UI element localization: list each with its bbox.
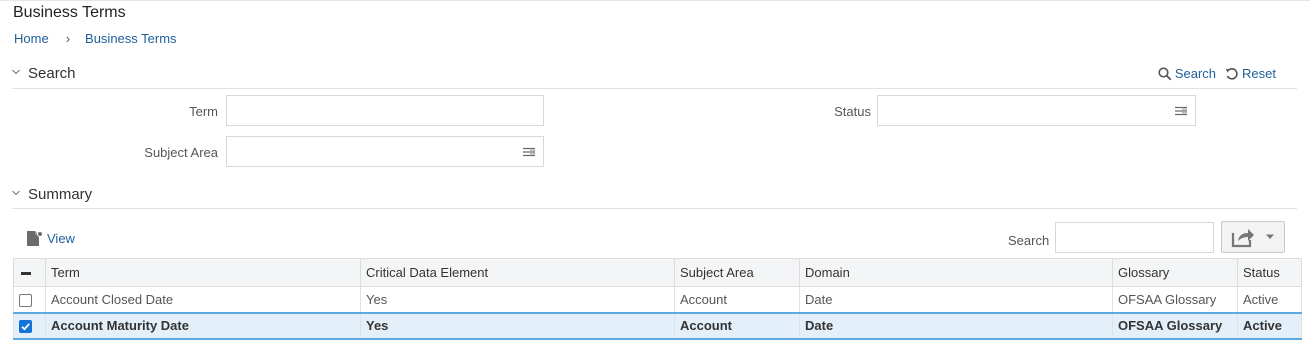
chevron-down-icon bbox=[12, 190, 20, 195]
top-divider bbox=[0, 0, 1310, 1]
term-label: Term bbox=[189, 104, 218, 119]
reset-icon bbox=[1225, 67, 1238, 80]
search-button[interactable]: Search bbox=[1158, 66, 1216, 81]
cell-subject-area: Account bbox=[674, 311, 800, 340]
view-button-label: View bbox=[47, 231, 75, 246]
summary-section-divider bbox=[12, 208, 1297, 209]
list-icon bbox=[1175, 106, 1187, 116]
breadcrumb: Home › Business Terms bbox=[14, 31, 177, 46]
column-header-subject-area[interactable]: Subject Area bbox=[674, 258, 800, 287]
cell-term: Account Maturity Date bbox=[45, 311, 361, 340]
caret-down-icon bbox=[1266, 234, 1274, 239]
export-menu-button[interactable] bbox=[1221, 221, 1285, 253]
row-checkbox[interactable] bbox=[19, 320, 32, 334]
reset-button[interactable]: Reset bbox=[1225, 66, 1276, 81]
reset-button-label: Reset bbox=[1242, 66, 1276, 81]
cell-critical-data-element: Yes bbox=[360, 311, 675, 340]
status-label: Status bbox=[834, 104, 871, 119]
cell-status: Active bbox=[1237, 311, 1302, 340]
search-icon bbox=[1158, 66, 1172, 80]
table-row[interactable]: Account Closed Date Yes Account Date OFS… bbox=[13, 286, 1302, 313]
status-select[interactable] bbox=[877, 95, 1196, 126]
subject-area-label: Subject Area bbox=[144, 145, 218, 160]
table-row[interactable]: Account Maturity Date Yes Account Date O… bbox=[13, 311, 1302, 340]
chevron-down-icon bbox=[12, 69, 20, 74]
search-actions: Search Reset bbox=[1158, 66, 1276, 81]
minus-icon bbox=[21, 272, 31, 276]
view-document-icon bbox=[27, 231, 43, 246]
business-terms-table: Term Critical Data Element Subject Area … bbox=[13, 258, 1302, 340]
list-icon bbox=[523, 147, 535, 157]
table-search-input[interactable] bbox=[1055, 222, 1214, 253]
cell-subject-area: Account bbox=[674, 286, 800, 313]
column-header-domain[interactable]: Domain bbox=[799, 258, 1113, 287]
export-icon bbox=[1231, 229, 1254, 248]
column-header-term[interactable]: Term bbox=[45, 258, 361, 287]
breadcrumb-business-terms-link[interactable]: Business Terms bbox=[85, 31, 177, 46]
cell-glossary: OFSAA Glossary bbox=[1112, 311, 1238, 340]
term-input[interactable] bbox=[226, 95, 544, 126]
cell-domain: Date bbox=[799, 286, 1113, 313]
row-checkbox[interactable] bbox=[19, 293, 32, 307]
table-search-label: Search bbox=[1008, 233, 1050, 248]
column-header-glossary[interactable]: Glossary bbox=[1112, 258, 1238, 287]
select-all-checkbox[interactable] bbox=[13, 258, 46, 287]
cell-status: Active bbox=[1237, 286, 1302, 313]
summary-section-toggle[interactable]: Summary bbox=[12, 186, 92, 203]
check-icon bbox=[21, 323, 30, 331]
chevron-right-icon: › bbox=[65, 31, 71, 46]
cell-domain: Date bbox=[799, 311, 1113, 340]
view-button[interactable]: View bbox=[26, 230, 75, 247]
table-header-row: Term Critical Data Element Subject Area … bbox=[13, 258, 1302, 287]
subject-area-select[interactable] bbox=[226, 136, 544, 167]
cell-critical-data-element: Yes bbox=[360, 286, 675, 313]
search-section-toggle[interactable]: Search bbox=[12, 65, 76, 82]
cell-glossary: OFSAA Glossary bbox=[1112, 286, 1238, 313]
breadcrumb-home-link[interactable]: Home bbox=[14, 31, 49, 46]
page-title: Business Terms bbox=[13, 4, 126, 21]
search-section-divider bbox=[12, 88, 1297, 89]
column-header-status[interactable]: Status bbox=[1237, 258, 1302, 287]
search-section-label: Search bbox=[28, 65, 76, 82]
search-button-label: Search bbox=[1174, 66, 1217, 81]
cell-term: Account Closed Date bbox=[45, 286, 361, 313]
summary-section-label: Summary bbox=[28, 186, 93, 203]
column-header-critical-data-element[interactable]: Critical Data Element bbox=[360, 258, 675, 287]
